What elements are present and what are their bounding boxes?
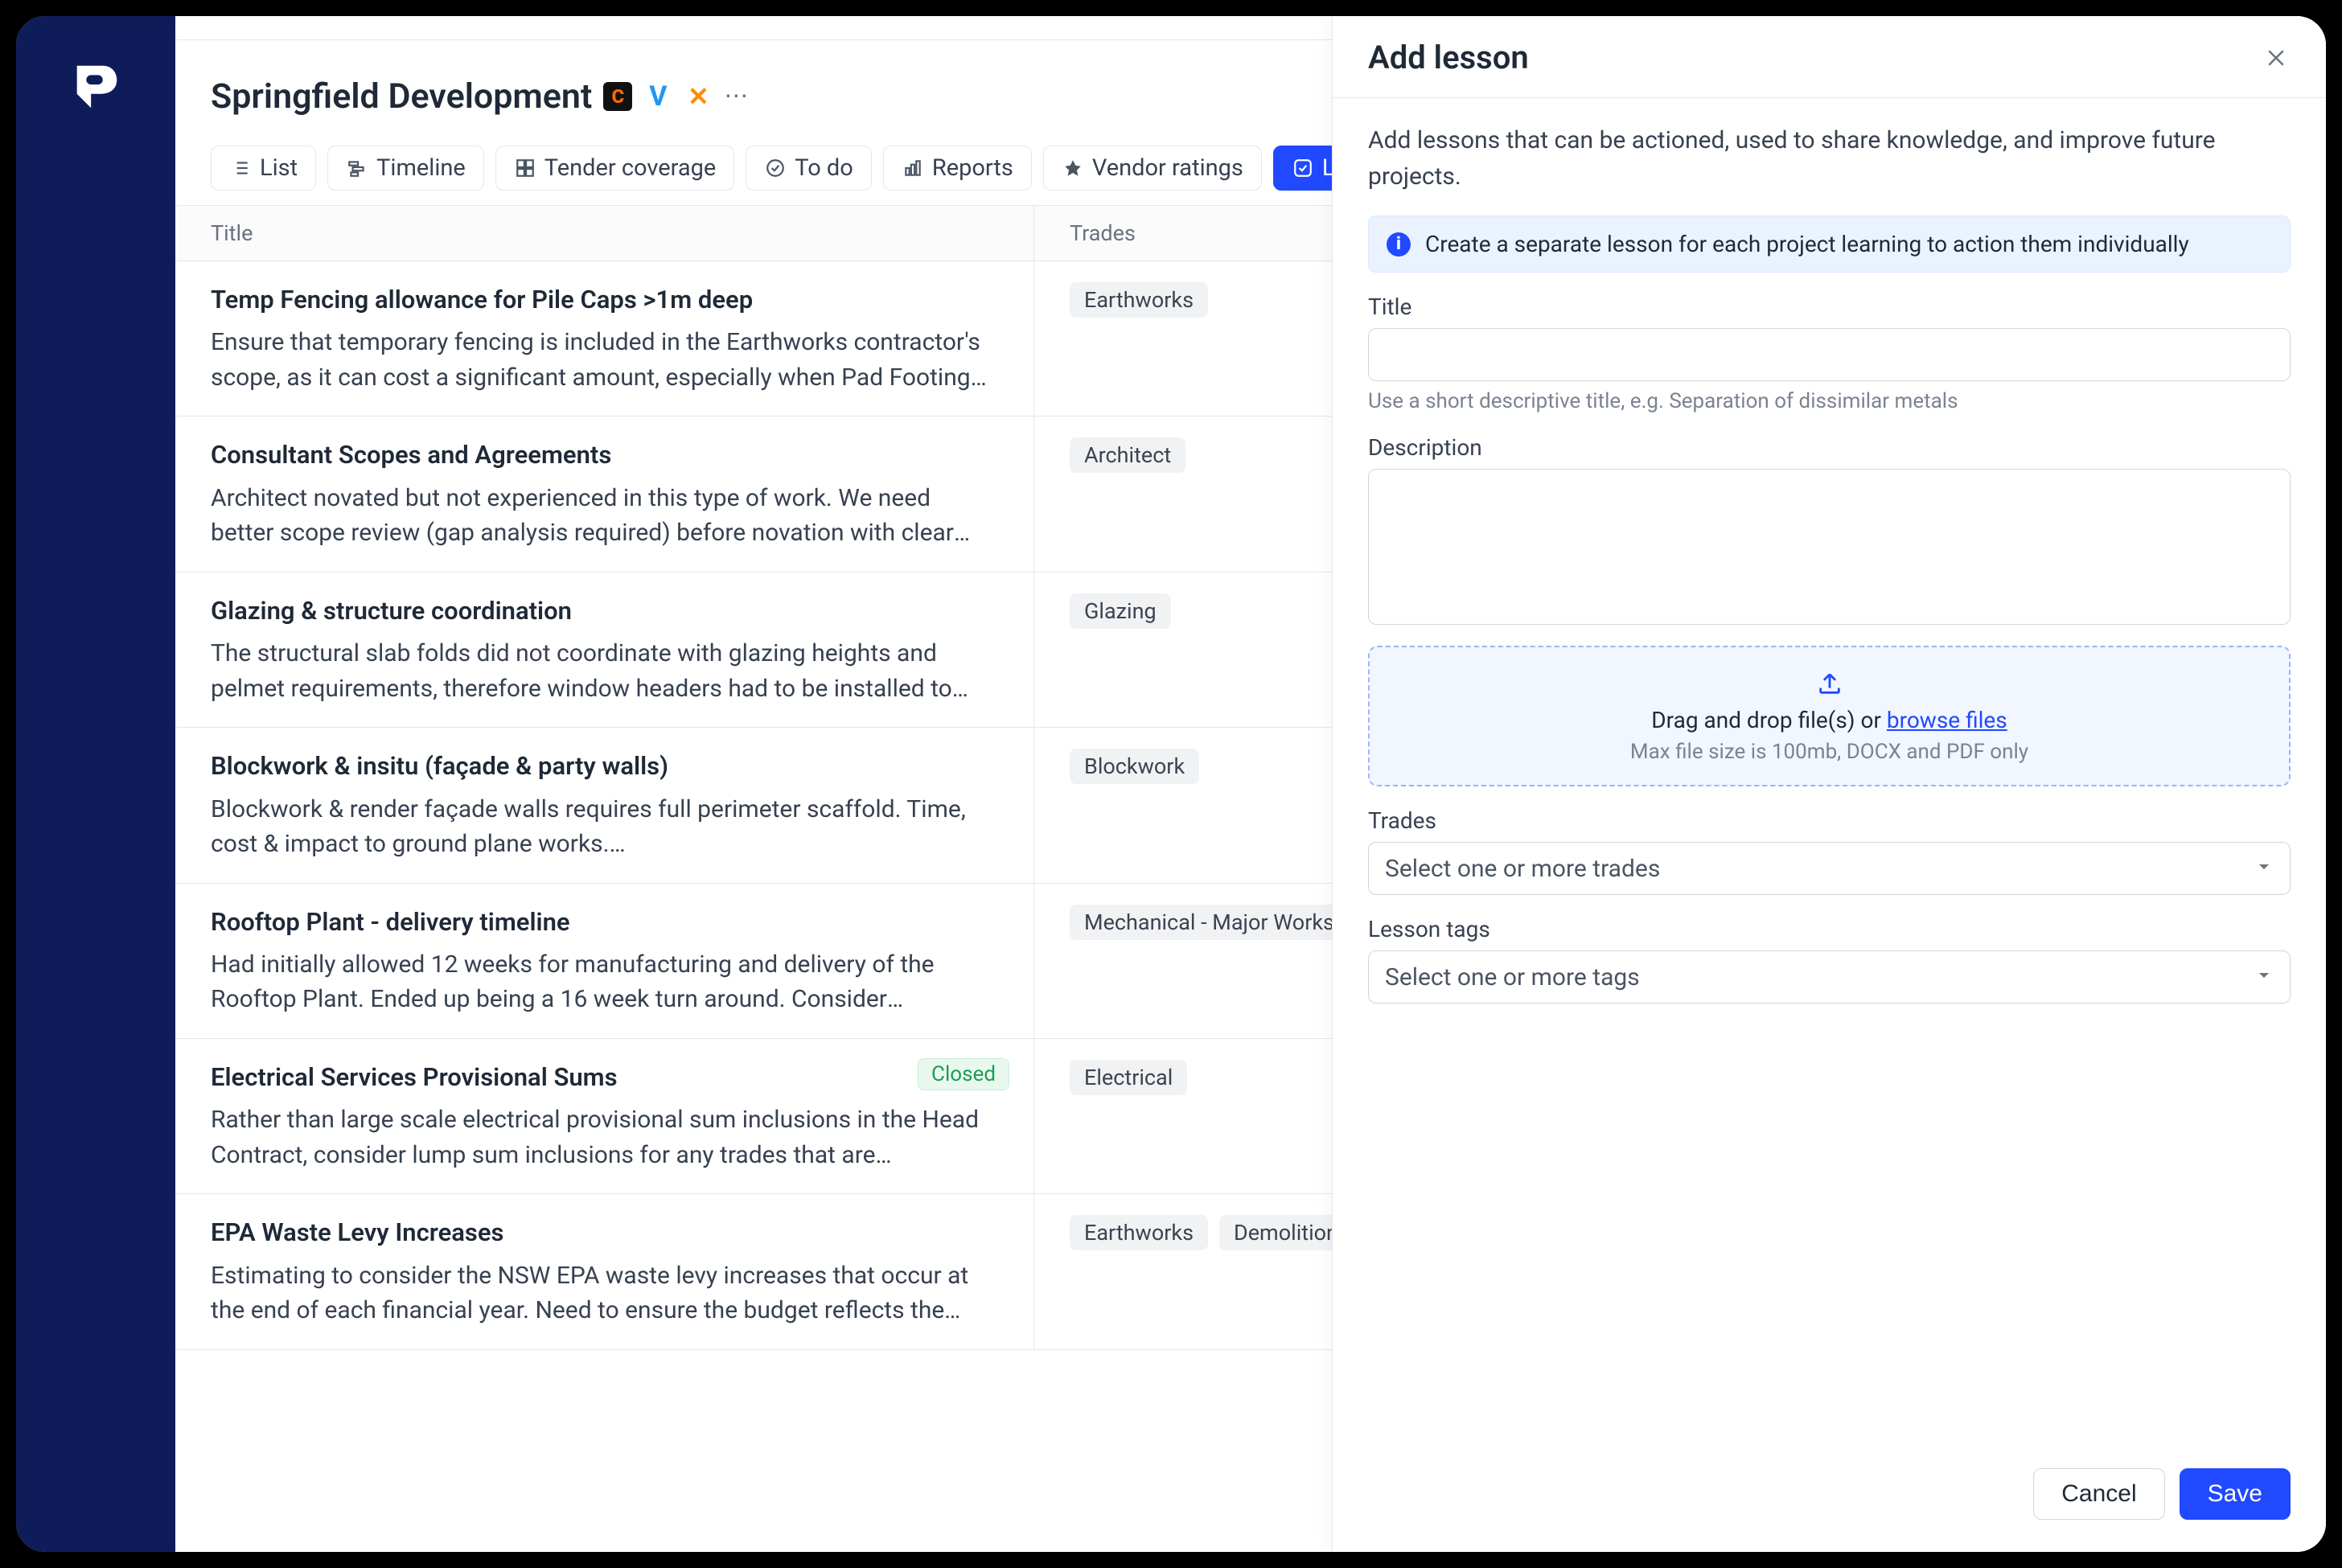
tab-reports-label: Reports	[932, 154, 1013, 182]
cell-title: Glazing & structure coordination The stru…	[175, 573, 1034, 727]
panel-header: Add lesson	[1333, 16, 2326, 98]
tab-tender-coverage[interactable]: Tender coverage	[495, 146, 735, 191]
tab-todo-label: To do	[795, 154, 853, 182]
check-circle-icon	[764, 157, 787, 179]
tags-placeholder: Select one or more tags	[1385, 963, 1640, 991]
grid-icon	[514, 157, 536, 179]
project-title: Springfield Development	[211, 76, 592, 117]
lesson-title: Consultant Scopes and Agreements	[211, 437, 998, 472]
title-help: Use a short descriptive title, e.g. Sepa…	[1368, 389, 2291, 413]
lesson-desc: Architect novated but not experienced in…	[211, 481, 998, 551]
left-rail	[16, 16, 175, 1552]
title-label: Title	[1368, 293, 2291, 320]
description-input[interactable]	[1368, 469, 2291, 625]
cell-title: Consultant Scopes and Agreements Architec…	[175, 417, 1034, 571]
add-lesson-panel: Add lesson Add lessons that can be actio…	[1332, 16, 2326, 1552]
field-group-description: Description	[1368, 434, 2291, 625]
description-label: Description	[1368, 434, 2291, 461]
lesson-title: Blockwork & insitu (façade & party walls…	[211, 749, 998, 783]
lesson-title: Electrical Services Provisional Sums	[211, 1060, 998, 1094]
timeline-icon	[346, 157, 368, 179]
lesson-desc: Blockwork & render façade walls requires…	[211, 792, 998, 862]
cancel-button[interactable]: Cancel	[2033, 1468, 2164, 1520]
tab-list-label: List	[260, 154, 298, 182]
tags-select[interactable]: Select one or more tags	[1368, 950, 2291, 1004]
file-dropzone[interactable]: Drag and drop file(s) or browse files Ma…	[1368, 646, 2291, 786]
cell-title: Rooftop Plant - delivery timeline Had ini…	[175, 884, 1034, 1038]
lesson-desc: Ensure that temporary fencing is include…	[211, 325, 998, 395]
info-icon: i	[1387, 232, 1411, 257]
partner-logo-x[interactable]: ✕	[684, 82, 713, 111]
lesson-desc: The structural slab folds did not coordi…	[211, 636, 998, 706]
cell-title: Electrical Services Provisional Sums Rath…	[175, 1039, 1034, 1193]
lesson-desc: Estimating to consider the NSW EPA waste…	[211, 1258, 998, 1328]
filedrop-sub: Max file size is 100mb, DOCX and PDF onl…	[1630, 740, 2028, 764]
title-input[interactable]	[1368, 328, 2291, 381]
info-banner: i Create a separate lesson for each proj…	[1368, 215, 2291, 273]
star-icon	[1062, 157, 1084, 179]
column-header-title: Title	[175, 206, 1034, 261]
main-area: Springfield Development C V ✕ ⋯ $37,000,…	[175, 16, 2326, 1552]
trade-chip: Glazing	[1070, 593, 1171, 629]
tags-label: Lesson tags	[1368, 916, 2291, 942]
field-group-tags: Lesson tags Select one or more tags	[1368, 916, 2291, 1004]
partner-logo-v[interactable]: V	[643, 82, 672, 111]
partner-logo-c[interactable]: C	[603, 82, 632, 111]
tab-tender-coverage-label: Tender coverage	[544, 154, 717, 182]
trades-select[interactable]: Select one or more trades	[1368, 842, 2291, 895]
lesson-title: Temp Fencing allowance for Pile Caps >1m…	[211, 282, 998, 317]
lesson-title: Glazing & structure coordination	[211, 593, 998, 628]
trade-chip: Earthworks	[1070, 282, 1208, 318]
chevron-down-icon	[2254, 855, 2274, 883]
panel-footer: Cancel Save	[1333, 1448, 2326, 1552]
cell-title: EPA Waste Levy Increases Estimating to co…	[175, 1194, 1034, 1348]
browse-files-link[interactable]: browse files	[1887, 707, 2007, 733]
trades-label: Trades	[1368, 807, 2291, 834]
info-banner-text: Create a separate lesson for each projec…	[1425, 231, 2189, 257]
field-group-trades: Trades Select one or more trades	[1368, 807, 2291, 895]
filedrop-text-pre: Drag and drop file(s) or	[1651, 707, 1887, 733]
trade-chip: Earthworks	[1070, 1215, 1208, 1250]
field-group-title: Title Use a short descriptive title, e.g…	[1368, 293, 2291, 413]
lesson-desc: Had initially allowed 12 weeks for manuf…	[211, 947, 998, 1017]
check-badge-icon	[1292, 157, 1314, 179]
trade-chip: Mechanical - Major Works	[1070, 905, 1349, 940]
status-badge: Closed	[918, 1058, 1009, 1090]
trade-chip: Blockwork	[1070, 749, 1199, 784]
more-icon[interactable]: ⋯	[724, 82, 750, 110]
cell-title: Temp Fencing allowance for Pile Caps >1m…	[175, 261, 1034, 416]
lesson-title: Rooftop Plant - delivery timeline	[211, 905, 998, 939]
tab-reports[interactable]: Reports	[883, 146, 1032, 191]
upload-icon	[1816, 670, 1843, 700]
chevron-down-icon	[2254, 963, 2274, 991]
tab-vendor-ratings[interactable]: Vendor ratings	[1043, 146, 1262, 191]
app-frame: Springfield Development C V ✕ ⋯ $37,000,…	[16, 16, 2326, 1552]
list-icon	[229, 157, 252, 179]
save-button[interactable]: Save	[2180, 1468, 2291, 1520]
panel-intro: Add lessons that can be actioned, used t…	[1368, 122, 2291, 195]
lesson-title: EPA Waste Levy Increases	[211, 1215, 998, 1250]
filedrop-text: Drag and drop file(s) or browse files	[1651, 707, 2007, 733]
tab-list[interactable]: List	[211, 146, 316, 191]
cell-title: Blockwork & insitu (façade & party walls…	[175, 728, 1034, 882]
panel-title: Add lesson	[1368, 39, 1529, 76]
project-title-group: Springfield Development C V ✕ ⋯	[211, 76, 750, 117]
chart-icon	[902, 157, 924, 179]
trade-chip: Electrical	[1070, 1060, 1187, 1095]
trades-placeholder: Select one or more trades	[1385, 855, 1660, 883]
lesson-desc: Rather than large scale electrical provi…	[211, 1102, 998, 1172]
tab-vendor-ratings-label: Vendor ratings	[1092, 154, 1243, 182]
tab-timeline-label: Timeline	[376, 154, 466, 182]
brand-logo[interactable]	[62, 53, 129, 121]
trade-chip: Architect	[1070, 437, 1185, 473]
panel-body: Add lessons that can be actioned, used t…	[1333, 98, 2326, 1448]
tab-timeline[interactable]: Timeline	[327, 146, 484, 191]
close-icon[interactable]	[2262, 43, 2291, 72]
tab-todo[interactable]: To do	[746, 146, 872, 191]
